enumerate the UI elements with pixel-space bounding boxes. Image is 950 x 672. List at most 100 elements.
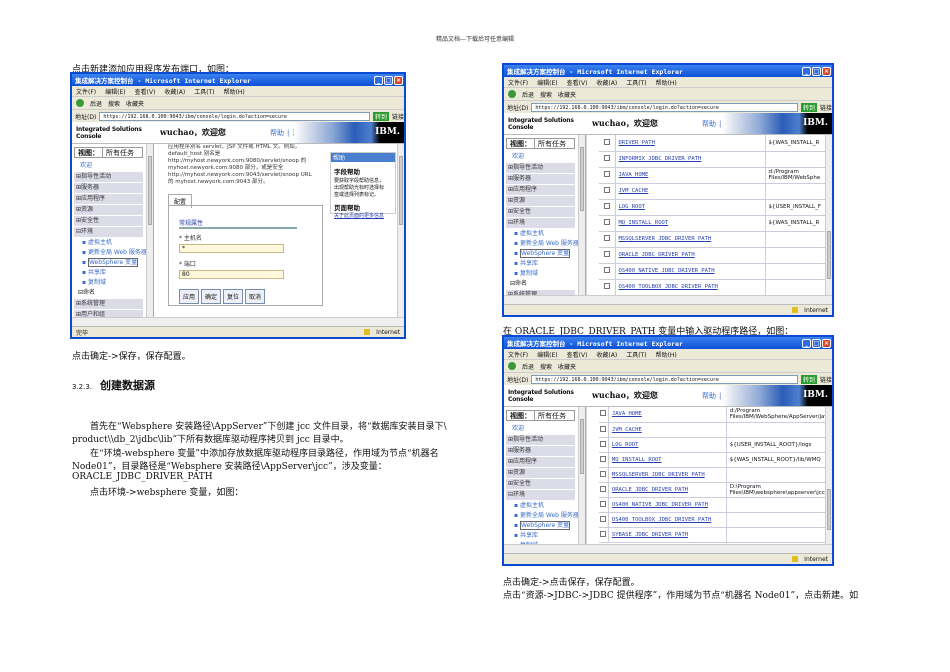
- nav-env-item[interactable]: ▪ 更新全局 Web 服务器插件: [82, 248, 153, 258]
- menu-item[interactable]: 编辑(E): [105, 87, 125, 96]
- variable-name-link[interactable]: JVM_CACHE: [619, 188, 649, 194]
- row-checkbox[interactable]: [600, 485, 607, 492]
- toolbar-button[interactable]: 搜索: [108, 99, 120, 108]
- row-checkbox[interactable]: [603, 267, 610, 273]
- row-checkbox[interactable]: [603, 187, 610, 193]
- row-checkbox[interactable]: [600, 515, 607, 522]
- variable-name-link[interactable]: OS400_NATIVE_JDBC_DRIVER_PATH: [612, 502, 708, 508]
- maximize-button[interactable]: □: [812, 338, 821, 348]
- nav-welcome[interactable]: 欢迎: [74, 161, 143, 171]
- minimize-button[interactable]: _: [802, 338, 811, 348]
- close-button[interactable]: ×: [394, 75, 403, 85]
- scroll-thumb[interactable]: [827, 489, 831, 531]
- nav-group[interactable]: ⊞安全性: [506, 207, 575, 217]
- nav-group[interactable]: ⊞指导性活动: [74, 172, 143, 182]
- nav-group[interactable]: ⊟环境: [506, 218, 575, 228]
- variable-name-link[interactable]: LOG_ROOT: [612, 442, 639, 448]
- nav-scrollbar[interactable]: [578, 135, 585, 295]
- scroll-thumb[interactable]: [148, 156, 152, 226]
- nav-env-item[interactable]: ▪ 共享库: [514, 531, 577, 541]
- menu-item[interactable]: 文件(F): [508, 350, 528, 359]
- nav-group[interactable]: ⊞应用程序: [506, 457, 575, 467]
- row-checkbox[interactable]: [603, 235, 610, 241]
- toolbar-button[interactable]: 搜索: [540, 362, 552, 371]
- row-checkbox[interactable]: [603, 155, 610, 161]
- scroll-thumb[interactable]: [399, 156, 403, 226]
- links-label[interactable]: 链接: [820, 103, 832, 112]
- variable-name-link[interactable]: JAVA_HOME: [612, 411, 642, 417]
- toolbar-button[interactable]: 后退: [522, 362, 534, 371]
- ok-button[interactable]: 确定: [201, 289, 222, 304]
- menu-item[interactable]: 编辑(E): [537, 350, 557, 359]
- horizontal-scrollbar[interactable]: [504, 295, 832, 304]
- nav-group[interactable]: ⊞系统管理: [506, 290, 575, 295]
- nav-welcome[interactable]: 欢迎: [506, 152, 575, 162]
- minimize-button[interactable]: _: [374, 75, 383, 85]
- nav-env-item[interactable]: ▪ 复制域: [82, 278, 145, 288]
- host-input[interactable]: *: [179, 244, 284, 253]
- nav-env-item[interactable]: ▪ 共享库: [514, 259, 577, 269]
- toolbar-button[interactable]: 后退: [522, 90, 534, 99]
- nav-group[interactable]: ⊞资源: [506, 196, 575, 206]
- nav-env-item[interactable]: ▪ 虚拟主机: [514, 229, 577, 239]
- links-label[interactable]: 链接: [820, 375, 832, 384]
- minimize-button[interactable]: _: [802, 66, 811, 76]
- menu-item[interactable]: 帮助(H): [656, 350, 677, 359]
- variable-name-link[interactable]: JAVA_HOME: [619, 172, 649, 178]
- variable-name-link[interactable]: ORACLE_JDBC_DRIVER_PATH: [612, 487, 688, 493]
- apply-button[interactable]: 应用: [179, 289, 200, 304]
- nav-group[interactable]: ⊞应用程序: [74, 194, 143, 204]
- nav-group[interactable]: ⊞资源: [74, 205, 143, 215]
- variable-name-link[interactable]: DRIVER_PATH: [619, 140, 655, 146]
- nav-env-item[interactable]: ▪ WebSphere 变量: [514, 249, 577, 259]
- nav-group[interactable]: ⊞服务器: [506, 446, 575, 456]
- nav-env-item[interactable]: ▪ 复制域: [514, 541, 577, 544]
- menu-item[interactable]: 工具(T): [194, 87, 214, 96]
- go-button[interactable]: 转到: [372, 111, 389, 121]
- reset-button[interactable]: 复位: [223, 289, 244, 304]
- nav-env-item[interactable]: ▪ 更新全局 Web 服务器插件: [514, 511, 585, 521]
- go-button[interactable]: 转到: [800, 374, 817, 384]
- page-help-link[interactable]: 关于此页面的更多信息: [334, 212, 395, 219]
- row-checkbox[interactable]: [603, 251, 610, 257]
- links-label[interactable]: 链接: [392, 112, 404, 121]
- menu-item[interactable]: 文件(F): [508, 78, 528, 87]
- variable-name-link[interactable]: INFORMIX_JDBC_DRIVER_PATH: [619, 156, 702, 162]
- row-checkbox[interactable]: [603, 283, 610, 289]
- view-select[interactable]: 所有任务: [534, 410, 574, 421]
- nav-naming[interactable]: ⊟命名: [78, 288, 145, 298]
- nav-group[interactable]: ⊞系统管理: [74, 299, 143, 309]
- variable-name-link[interactable]: SYBASE_JDBC_DRIVER_PATH: [612, 532, 688, 538]
- variable-name-link[interactable]: ORACLE_JDBC_DRIVER_PATH: [619, 252, 695, 258]
- row-checkbox[interactable]: [600, 455, 607, 462]
- nav-scrollbar[interactable]: [146, 144, 153, 317]
- help-link[interactable]: 帮助: [702, 120, 716, 128]
- row-checkbox[interactable]: [600, 530, 607, 537]
- address-input[interactable]: https://192.168.0.100:9043/ibm/console/l…: [531, 374, 798, 384]
- nav-env-item[interactable]: ▪ 复制域: [514, 269, 577, 279]
- scroll-thumb[interactable]: [580, 419, 584, 474]
- go-button[interactable]: 转到: [800, 102, 817, 112]
- nav-group[interactable]: ⊞指导性活动: [506, 163, 575, 173]
- nav-welcome[interactable]: 欢迎: [506, 424, 575, 434]
- row-checkbox[interactable]: [600, 500, 607, 507]
- toolbar-button[interactable]: 收藏夹: [558, 90, 576, 99]
- help-link[interactable]: 帮助: [270, 129, 284, 137]
- nav-group[interactable]: ⊞服务器: [506, 174, 575, 184]
- menu-item[interactable]: 查看(V): [135, 87, 156, 96]
- menu-item[interactable]: 查看(V): [567, 78, 588, 87]
- nav-env-item[interactable]: ▪ WebSphere 变量: [514, 521, 577, 531]
- menu-item[interactable]: 收藏(A): [164, 87, 185, 96]
- row-checkbox[interactable]: [603, 171, 610, 177]
- nav-env-item[interactable]: ▪ 虚拟主机: [514, 501, 577, 511]
- close-button[interactable]: ×: [822, 66, 831, 76]
- menu-item[interactable]: 收藏(A): [596, 350, 617, 359]
- nav-group[interactable]: ⊟环境: [74, 227, 143, 237]
- view-selector[interactable]: 视图： 所有任务: [506, 410, 575, 421]
- variable-name-link[interactable]: JVM_CACHE: [612, 427, 642, 433]
- horizontal-scrollbar[interactable]: [72, 317, 404, 326]
- port-input[interactable]: 80: [179, 270, 284, 279]
- variable-name-link[interactable]: OS400_TOOLBOX_JDBC_DRIVER_PATH: [612, 517, 711, 523]
- nav-naming[interactable]: ⊟命名: [510, 279, 577, 289]
- view-select[interactable]: 所有任务: [534, 138, 574, 149]
